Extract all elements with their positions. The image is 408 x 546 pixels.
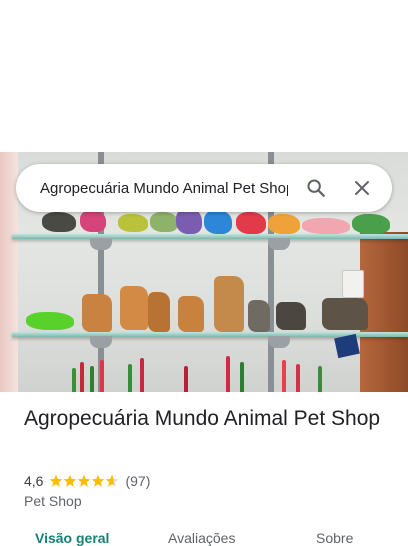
photo-sign — [334, 333, 360, 359]
decor-item — [120, 286, 148, 330]
review-count[interactable]: (97) — [125, 473, 150, 489]
star-icon — [50, 474, 63, 487]
glass-shelf — [12, 234, 408, 239]
decor-item — [214, 276, 244, 332]
decor-item — [178, 296, 204, 332]
decor-item — [80, 210, 106, 232]
decor-item — [268, 214, 300, 234]
shelf-bracket — [90, 336, 112, 348]
star-rating — [49, 474, 119, 488]
decor-item — [118, 214, 148, 232]
rating-row[interactable]: 4,6 (97) — [24, 472, 150, 490]
search-icon[interactable] — [294, 166, 338, 210]
search-bar[interactable]: Agropecuária Mundo Animal Pet Shop — [16, 164, 392, 212]
place-tabs: Visão geral Avaliações Sobre — [0, 530, 408, 546]
decor-item — [26, 312, 74, 330]
wall-outlet — [342, 270, 364, 298]
decor-item — [42, 212, 76, 232]
plant — [80, 362, 84, 392]
plant — [226, 356, 230, 392]
decor-item — [82, 294, 112, 332]
plant — [184, 366, 188, 392]
star-icon — [64, 474, 77, 487]
plant — [72, 368, 76, 392]
decor-item — [302, 218, 350, 234]
plant — [100, 360, 104, 392]
star-icon — [92, 474, 105, 487]
decor-item — [322, 298, 368, 330]
plant — [240, 362, 244, 392]
decor-item — [150, 212, 178, 232]
rating-value: 4,6 — [24, 473, 44, 489]
decor-item — [352, 214, 390, 234]
plant — [282, 360, 286, 392]
decor-item — [204, 210, 232, 234]
plant — [140, 358, 144, 392]
plant — [318, 366, 322, 392]
place-title: Agropecuária Mundo Animal Pet Shop — [24, 407, 381, 430]
decor-item — [276, 302, 306, 330]
shelf-bracket — [90, 238, 112, 250]
close-icon[interactable] — [340, 166, 384, 210]
place-category[interactable]: Pet Shop — [24, 493, 82, 509]
map-blank-area — [0, 0, 408, 152]
decor-item — [236, 212, 266, 234]
shelf-bracket — [268, 336, 290, 348]
plant — [90, 366, 94, 392]
shelf-bracket — [268, 238, 290, 250]
decor-item — [148, 292, 170, 332]
plant — [296, 364, 300, 392]
plant — [128, 364, 132, 392]
decor-item — [248, 300, 270, 332]
search-input[interactable]: Agropecuária Mundo Animal Pet Shop — [40, 180, 288, 197]
star-icon — [78, 474, 91, 487]
star-icon — [106, 474, 119, 487]
